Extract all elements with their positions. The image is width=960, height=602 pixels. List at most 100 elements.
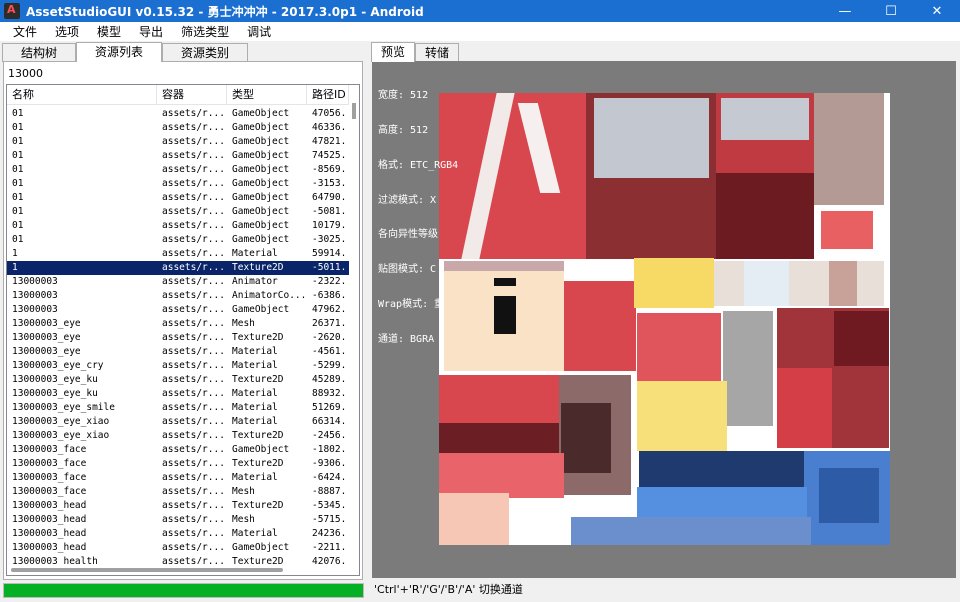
cell-container: assets/r... xyxy=(162,220,225,231)
cell-path-id: -5715. xyxy=(312,514,347,525)
minimize-icon[interactable]: — xyxy=(822,0,868,22)
list-item[interactable]: 13000003_face assets/r... Mesh -8887. xyxy=(7,485,349,499)
menu-options[interactable]: 选项 xyxy=(46,22,88,42)
cell-type: GameObject xyxy=(232,206,290,217)
cell-path-id: -5345. xyxy=(312,500,347,511)
cell-path-id: 46336. xyxy=(312,122,347,133)
list-item[interactable]: 13000003_head assets/r... Mesh -5715. xyxy=(7,513,349,527)
cell-path-id: -6424. xyxy=(312,472,347,483)
horizontal-scroll-thumb[interactable] xyxy=(11,568,283,572)
cell-type: GameObject xyxy=(232,108,290,119)
column-header-name[interactable]: 名称 xyxy=(7,85,157,104)
list-item[interactable]: 13000003_eye_smile assets/r... Material 512… xyxy=(7,401,349,415)
list-item[interactable]: 13000003_head assets/r... Material 24236. xyxy=(7,527,349,541)
cell-name: 13000003 xyxy=(12,290,58,301)
cell-name: 13000003_eye xyxy=(12,332,81,343)
vertical-scrollbar[interactable] xyxy=(350,85,359,563)
list-item[interactable]: 01 assets/r... GameObject 47821. xyxy=(7,135,349,149)
vertical-scroll-thumb[interactable] xyxy=(352,103,356,119)
list-item[interactable]: 13000003_face assets/r... Material -6424. xyxy=(7,471,349,485)
cell-container: assets/r... xyxy=(162,514,225,525)
cell-type: GameObject xyxy=(232,444,290,455)
list-item[interactable]: 01 assets/r... GameObject 10179. xyxy=(7,219,349,233)
menu-debug[interactable]: 调试 xyxy=(238,22,280,42)
list-item[interactable]: 13000003_eye assets/r... Material -4561. xyxy=(7,345,349,359)
tab-dump[interactable]: 转储 xyxy=(415,43,460,62)
menu-model[interactable]: 模型 xyxy=(88,22,130,42)
tab-asset-classes[interactable]: 资源类别 xyxy=(162,43,249,62)
list-item[interactable]: 01 assets/r... GameObject 64790. xyxy=(7,191,349,205)
column-header-type[interactable]: 类型 xyxy=(227,85,307,104)
cell-path-id: -3153. xyxy=(312,178,347,189)
cell-name: 01 xyxy=(12,164,24,175)
cell-path-id: 66314. xyxy=(312,416,347,427)
cell-path-id: -3025. xyxy=(312,234,347,245)
cell-type: GameObject xyxy=(232,150,290,161)
cell-path-id: -5299. xyxy=(312,360,347,371)
list-item[interactable]: 13000003_head assets/r... GameObject -2211. xyxy=(7,541,349,555)
list-item[interactable]: 01 assets/r... GameObject -8569. xyxy=(7,163,349,177)
info-height: 高度: 512 xyxy=(378,124,429,136)
cell-path-id: -6386. xyxy=(312,290,347,301)
list-item[interactable]: 13000003 assets/r... GameObject 47962. xyxy=(7,303,349,317)
cell-name: 13000003_eye_smile xyxy=(12,402,115,413)
info-wrap-mode: Wrap模式: 重 xyxy=(378,298,445,310)
channel-hint: 'Ctrl'+'R'/'G'/'B'/'A' 切换通道 xyxy=(372,580,956,600)
close-icon[interactable]: ✕ xyxy=(914,0,960,22)
list-item[interactable]: 01 assets/r... GameObject 46336. xyxy=(7,121,349,135)
maximize-icon[interactable]: ☐ xyxy=(868,0,914,22)
cell-name: 13000003_face xyxy=(12,472,87,483)
cell-name: 01 xyxy=(12,122,24,133)
list-item[interactable]: 13000003_eye_cry assets/r... Material -5299… xyxy=(7,359,349,373)
list-item[interactable]: 13000003_eye_xiao assets/r... Material 6631… xyxy=(7,415,349,429)
cell-container: assets/r... xyxy=(162,192,225,203)
list-item[interactable]: 13000003_eye_xiao assets/r... Texture2D -24… xyxy=(7,429,349,443)
cell-path-id: -8569. xyxy=(312,164,347,175)
list-item[interactable]: 13000003_face assets/r... GameObject -1802. xyxy=(7,443,349,457)
cell-container: assets/r... xyxy=(162,486,225,497)
menu-file[interactable]: 文件 xyxy=(4,22,46,42)
cell-name: 13000003_eye_ku xyxy=(12,388,98,399)
cell-type: Material xyxy=(232,402,278,413)
texture-preview-image xyxy=(439,93,890,545)
tab-asset-list[interactable]: 资源列表 xyxy=(76,42,163,62)
cell-container: assets/r... xyxy=(162,472,225,483)
menu-export[interactable]: 导出 xyxy=(130,22,172,42)
tab-scene-hierarchy[interactable]: 结构树 xyxy=(2,43,77,62)
list-item[interactable]: 13000003_eye assets/r... Mesh 26371. xyxy=(7,317,349,331)
cell-path-id: -5011. xyxy=(312,262,347,273)
column-header-path-id[interactable]: 路径ID xyxy=(307,85,349,104)
horizontal-scrollbar[interactable] xyxy=(7,564,359,575)
cell-type: Material xyxy=(232,360,278,371)
cell-name: 01 xyxy=(12,108,24,119)
tab-preview[interactable]: 预览 xyxy=(371,42,416,62)
filter-input[interactable] xyxy=(6,64,360,82)
list-item[interactable]: 01 assets/r... GameObject -5081. xyxy=(7,205,349,219)
cell-type: GameObject xyxy=(232,136,290,147)
cell-name: 01 xyxy=(12,206,24,217)
list-item[interactable]: 13000003 assets/r... AnimatorCo... -6386. xyxy=(7,289,349,303)
cell-container: assets/r... xyxy=(162,542,225,553)
list-item[interactable]: 13000003_eye assets/r... Texture2D -2620. xyxy=(7,331,349,345)
column-header-container[interactable]: 容器 xyxy=(157,85,227,104)
list-item[interactable]: 13000003 assets/r... Animator -2322. xyxy=(7,275,349,289)
list-item[interactable]: 1 assets/r... Material 59914. xyxy=(7,247,349,261)
list-item[interactable]: 01 assets/r... GameObject 74525. xyxy=(7,149,349,163)
cell-name: 13000003_face xyxy=(12,444,87,455)
cell-container: assets/r... xyxy=(162,248,225,259)
cell-name: 13000003_face xyxy=(12,458,87,469)
list-item[interactable]: 01 assets/r... GameObject 47056. xyxy=(7,107,349,121)
list-item[interactable]: 13000003_head assets/r... Texture2D -5345. xyxy=(7,499,349,513)
list-item[interactable]: 13000003_eye_ku assets/r... Texture2D 45289… xyxy=(7,373,349,387)
cell-container: assets/r... xyxy=(162,346,225,357)
window-title: AssetStudioGUI v0.15.32 - 勇士冲冲冲 - 2017.3… xyxy=(26,4,424,19)
list-item[interactable]: 13000003_eye_ku assets/r... Material 88932. xyxy=(7,387,349,401)
cell-type: Animator xyxy=(232,276,278,287)
list-item[interactable]: 01 assets/r... GameObject -3153. xyxy=(7,177,349,191)
menu-bar: 文件 选项 模型 导出 筛选类型 调试 xyxy=(0,22,960,42)
menu-filter-type[interactable]: 筛选类型 xyxy=(172,22,238,42)
list-item[interactable]: 1 assets/r... Texture2D -5011. xyxy=(7,261,349,275)
cell-type: Texture2D xyxy=(232,374,284,385)
list-item[interactable]: 13000003_face assets/r... Texture2D -9306. xyxy=(7,457,349,471)
list-item[interactable]: 01 assets/r... GameObject -3025. xyxy=(7,233,349,247)
